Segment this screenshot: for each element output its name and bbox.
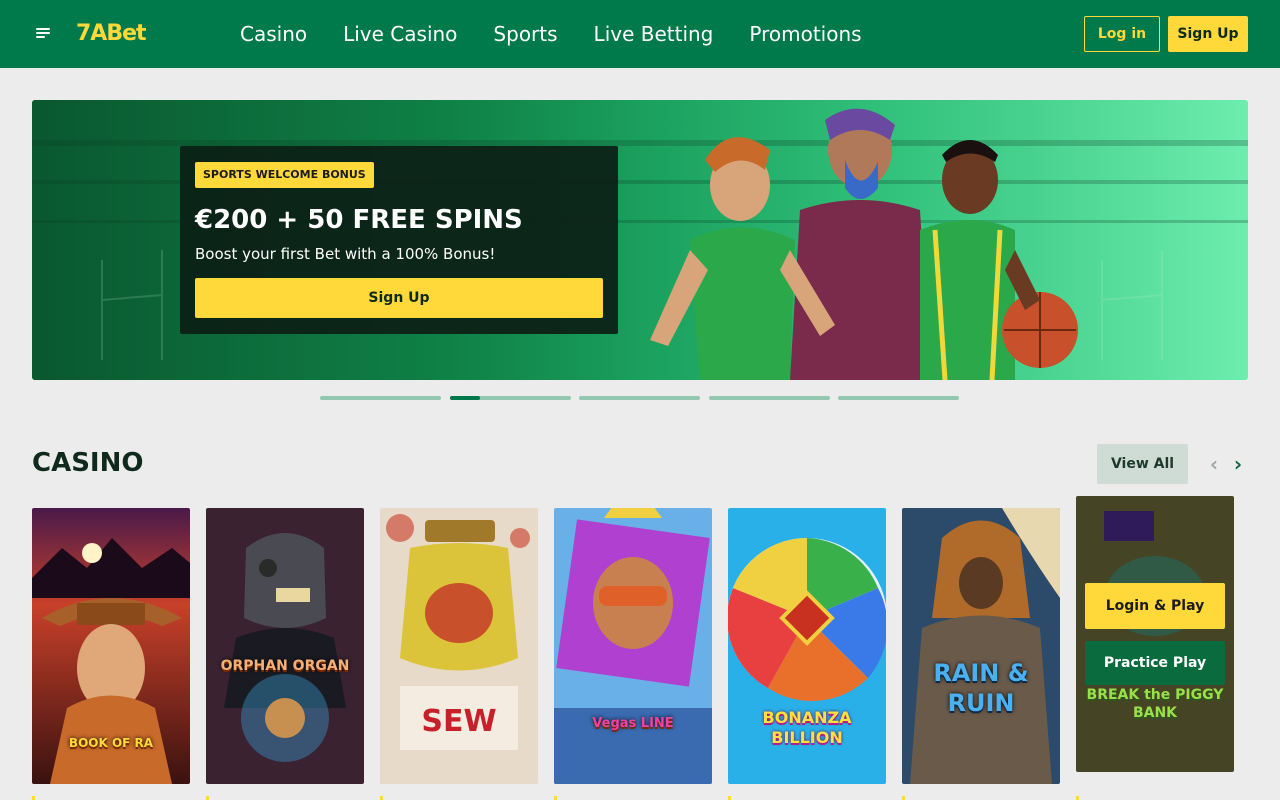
- logo-text: Bet: [106, 21, 146, 46]
- game-title: Vegas LINE: [592, 716, 674, 731]
- tile-accent: [380, 796, 383, 800]
- carousel-dot-4[interactable]: [709, 396, 830, 400]
- casino-section-title: CASINO: [32, 448, 144, 478]
- menu-icon[interactable]: [36, 26, 52, 40]
- login-button[interactable]: Log in: [1084, 16, 1160, 52]
- nav-casino[interactable]: Casino: [240, 22, 307, 46]
- game-title: SEW: [421, 704, 497, 739]
- chevron-right-icon[interactable]: ›: [1228, 452, 1248, 476]
- signup-button[interactable]: Sign Up: [1168, 16, 1248, 52]
- tile-accent: [32, 796, 35, 800]
- tile-accent: [1076, 796, 1079, 800]
- carousel-dot-5[interactable]: [838, 396, 959, 400]
- game-title: RAIN & RUIN: [933, 659, 1029, 717]
- carousel-dot-1[interactable]: [320, 396, 441, 400]
- tile-accent: [728, 796, 731, 800]
- nav-sports[interactable]: Sports: [493, 22, 557, 46]
- carousel-dot-3[interactable]: [579, 396, 700, 400]
- game-tile-bonanza-billion[interactable]: BONANZA BILLION: [728, 508, 886, 784]
- game-title: BONANZA BILLION: [762, 708, 852, 747]
- tile-accent: [902, 796, 905, 800]
- game-tile-vegas-line[interactable]: Vegas LINE: [554, 508, 712, 784]
- game-tile-break-the-piggy-bank[interactable]: BREAK the PIGGY BANK: [1076, 496, 1234, 772]
- tile-accent: [554, 796, 557, 800]
- site-header: 7ABet Casino Live Casino Sports Live Bet…: [0, 0, 1280, 68]
- nav-promotions[interactable]: Promotions: [749, 22, 861, 46]
- nav-live-casino[interactable]: Live Casino: [343, 22, 457, 46]
- game-tile-rain-and-ruin[interactable]: RAIN & RUIN: [902, 508, 1060, 784]
- promo-subtitle: Boost your first Bet with a 100% Bonus!: [195, 245, 496, 263]
- logo-number: 7A: [76, 21, 107, 46]
- promo-signup-button[interactable]: Sign Up: [195, 278, 603, 318]
- promo-badge: SPORTS WELCOME BONUS: [195, 162, 374, 188]
- login-and-play-button[interactable]: Login & Play: [1085, 583, 1225, 629]
- promo-title: €200 + 50 FREE SPINS: [195, 205, 523, 235]
- practice-play-button[interactable]: Practice Play: [1085, 641, 1225, 685]
- tile-accent: [206, 796, 209, 800]
- game-title: BOOK OF RA: [68, 736, 154, 750]
- site-logo[interactable]: 7ABet: [76, 20, 147, 48]
- game-title: ORPHAN ORGAN: [220, 658, 350, 674]
- athletes-illustration: [650, 108, 1078, 380]
- game-tile-book-of-ra[interactable]: BOOK OF RA: [32, 508, 190, 784]
- main-nav: Casino Live Casino Sports Live Betting P…: [240, 0, 898, 68]
- game-title: BREAK the PIGGY BANK: [1086, 687, 1224, 721]
- nav-live-betting[interactable]: Live Betting: [594, 22, 714, 46]
- view-all-button[interactable]: View All: [1097, 444, 1188, 484]
- carousel-dot-progress: [450, 396, 481, 400]
- carousel-dot-2[interactable]: [450, 396, 571, 400]
- game-tile-sew[interactable]: SEW: [380, 508, 538, 784]
- carousel-indicators: [320, 396, 960, 400]
- chevron-left-icon[interactable]: ‹: [1204, 452, 1224, 476]
- game-tile-orphan-organ[interactable]: ORPHAN ORGAN: [206, 508, 364, 784]
